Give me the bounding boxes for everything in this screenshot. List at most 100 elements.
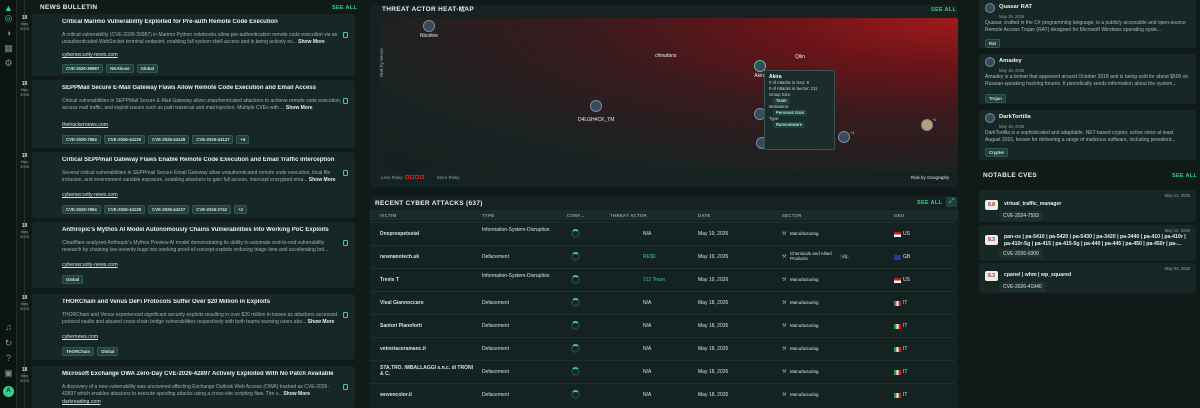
news-item-title[interactable]: Critical Marimo Vulnerability Exploited …	[62, 19, 342, 25]
show-more-link[interactable]: Show More	[297, 39, 325, 45]
cves-see-all[interactable]: SEE ALL	[1172, 173, 1197, 179]
news-item-title[interactable]: Anthropic's Mythos AI Model Autonomously…	[62, 227, 342, 233]
news-item[interactable]: SEPPMail Secure E-Mail Gateway Flaws All…	[32, 80, 355, 148]
gift-icon[interactable]: ▣	[3, 368, 14, 379]
copy-icon[interactable]	[343, 170, 348, 176]
show-more-link[interactable]: Show More	[307, 177, 336, 183]
heatmap-see-all[interactable]: SEE ALL	[931, 7, 956, 13]
news-see-all[interactable]: SEE ALL	[332, 5, 357, 11]
show-more-link[interactable]: Show More	[282, 391, 310, 397]
tag[interactable]: CVE-2026-7864	[62, 135, 101, 144]
tag-more[interactable]: +2	[234, 205, 247, 214]
copy-icon[interactable]	[343, 32, 348, 38]
dashboard-icon[interactable]: ◎	[3, 13, 14, 24]
cve-card[interactable]: May 12, 2026 9.3 pan-os | pa-5410 | pa-5…	[979, 225, 1196, 261]
actor-marker[interactable]: Nicotine	[420, 20, 438, 39]
col-victim[interactable]: VICTIM	[380, 213, 396, 218]
cve-id[interactable]: CVE-2024-7593	[999, 211, 1043, 221]
tag[interactable]: Global	[97, 347, 119, 356]
user-avatar[interactable]: A	[3, 386, 14, 397]
news-item-title[interactable]: SEPPMail Secure E-Mail Gateway Flaws All…	[62, 85, 342, 91]
cve-product[interactable]: pan-os | pa-5410 | pa-5420 | pa-5430 | p…	[1004, 234, 1192, 247]
cve-product[interactable]: cpanel | whm | wp_squared	[1004, 272, 1071, 279]
col-geo[interactable]: GEO	[894, 213, 904, 218]
news-item[interactable]: Critical SEPPmail Gateway Flaws Enable R…	[32, 152, 355, 218]
info-icon[interactable]	[460, 6, 466, 12]
malware-card[interactable]: Amadey May 19, 2026 Amadey is a botnet t…	[979, 54, 1196, 104]
actor-label[interactable]: D4LGH4CK_TM	[578, 117, 614, 123]
attacks-see-all[interactable]: SEE ALL	[917, 200, 942, 206]
tag[interactable]: CVE-2026-44128	[148, 135, 190, 144]
tag-more[interactable]: +6	[236, 135, 250, 144]
cve-product[interactable]: virtual_traffic_manager	[1004, 201, 1061, 208]
news-item-title[interactable]: Microsoft Exchange OWA Zero-Day CVE-2026…	[62, 371, 342, 377]
news-item-link[interactable]: cybersecurity-news.com	[62, 52, 118, 58]
attack-actor[interactable]: RE$0	[643, 254, 656, 260]
attack-row[interactable]: newnanotech.uk Defacement RE$0 May 19, 2026…	[370, 245, 955, 267]
tag[interactable]: CVE-2026-44127	[148, 205, 190, 214]
grid-icon[interactable]: ▦	[3, 43, 14, 54]
tag[interactable]: Global	[136, 64, 158, 73]
copy-icon[interactable]	[343, 312, 348, 318]
news-item[interactable]: Microsoft Exchange OWA Zero-Day CVE-2026…	[32, 366, 355, 408]
news-item[interactable]: THORChain and Venus DeFi Protocols Suffe…	[32, 294, 355, 360]
attack-row[interactable]: Trevis T Information-System-Disruption 212…	[370, 268, 955, 290]
actor-marker[interactable]: Qilin	[795, 54, 805, 60]
bell-icon[interactable]: ♫	[3, 322, 14, 333]
malware-tag[interactable]: Rat	[985, 39, 1000, 48]
tag[interactable]: CVE-2026-44129	[103, 135, 146, 144]
copy-icon[interactable]	[343, 98, 348, 104]
malware-tag[interactable]: Crypter	[985, 148, 1009, 157]
news-item-title[interactable]: THORChain and Venus DeFi Protocols Suffe…	[62, 299, 342, 305]
tag[interactable]: CVE-2026-44128	[103, 205, 146, 214]
malware-name[interactable]: Quasar RAT	[999, 4, 1032, 10]
expand-icon[interactable]: ⤢	[946, 197, 957, 207]
malware-name[interactable]: DarkTortilla	[999, 114, 1031, 120]
show-more-link[interactable]: Show More	[306, 319, 335, 325]
attack-row[interactable]: vetreriaceramanc.it Defacement N/A May 18, …	[370, 337, 955, 359]
cve-card[interactable]: May 04, 2026 9.3 cpanel | whm | wp_squar…	[979, 263, 1196, 293]
attack-row[interactable]: STA.TRO. IMBALLAGGI s.n.c. di TRONI & C.…	[370, 360, 955, 382]
malware-card[interactable]: Quasar RAT May 19, 2026 Quasar, crafted …	[979, 0, 1196, 48]
cve-card[interactable]: May 14, 2026 9.8 virtual_traffic_manager…	[979, 190, 1196, 222]
copy-icon[interactable]	[343, 240, 348, 246]
news-item[interactable]: Anthropic's Mythos AI Model Autonomously…	[32, 222, 355, 288]
news-item[interactable]: Critical Marimo Vulnerability Exploited …	[32, 14, 355, 76]
col-actor[interactable]: THREAT ACTOR	[610, 213, 647, 218]
refresh-icon[interactable]: ↻	[3, 338, 14, 349]
col-date[interactable]: DATE	[698, 213, 711, 218]
actor-count-badge[interactable]: +1	[850, 130, 855, 135]
attack-actor[interactable]: 212 Team	[643, 277, 665, 283]
tag[interactable]: Global	[62, 275, 84, 284]
attack-row[interactable]: Vival Giannoccaro Defacement N/A May 18, 20…	[370, 291, 955, 313]
news-item-link[interactable]: cybersecurity-news.com	[62, 262, 118, 268]
attack-row[interactable]: wovencolor.it Defacement N/A May 18, 2026 ⚒ M…	[370, 383, 955, 405]
gear-icon[interactable]: ⚙	[3, 58, 14, 69]
copy-icon[interactable]	[343, 384, 348, 390]
news-item-title[interactable]: Critical SEPPmail Gateway Flaws Enable R…	[62, 157, 342, 163]
cve-id[interactable]: CVE-2026-41940	[999, 282, 1046, 292]
actor-marker[interactable]: chinafans	[655, 53, 676, 59]
col-sector[interactable]: SECTOR	[782, 213, 802, 218]
cve-id[interactable]: CVE-2026-0300	[999, 249, 1043, 259]
col-confidence[interactable]: CONF...	[567, 213, 584, 218]
globe-icon[interactable]: ◑	[3, 28, 14, 39]
heatmap-canvas[interactable]	[380, 18, 958, 172]
actor-marker[interactable]	[838, 131, 850, 144]
news-item-link[interactable]: thehackernews.com	[62, 122, 108, 128]
tag[interactable]: CVE-2026-44127	[192, 135, 234, 144]
actor-marker[interactable]	[590, 100, 602, 113]
attack-row[interactable]: Dnsprospetsstal Information-System-Disrup…	[370, 222, 955, 244]
tag[interactable]: CVE-2026-39987	[62, 64, 104, 73]
news-item-link[interactable]: cybersecurity-news.com	[62, 192, 118, 198]
malware-tag[interactable]: Trojan	[985, 94, 1006, 103]
news-item-link[interactable]: cybernews.com	[62, 334, 98, 340]
tag[interactable]: CVE-2026-7864	[62, 205, 101, 214]
help-icon[interactable]: ?	[3, 353, 14, 364]
tag[interactable]: THORChain	[62, 347, 95, 356]
tag[interactable]: NKAbuse	[106, 64, 134, 73]
malware-name[interactable]: Amadey	[999, 58, 1022, 64]
tag[interactable]: CVE-2026-2742	[192, 205, 232, 214]
news-item-link[interactable]: darkreading.com	[62, 399, 101, 405]
actor-count-badge[interactable]: +1	[932, 117, 937, 122]
